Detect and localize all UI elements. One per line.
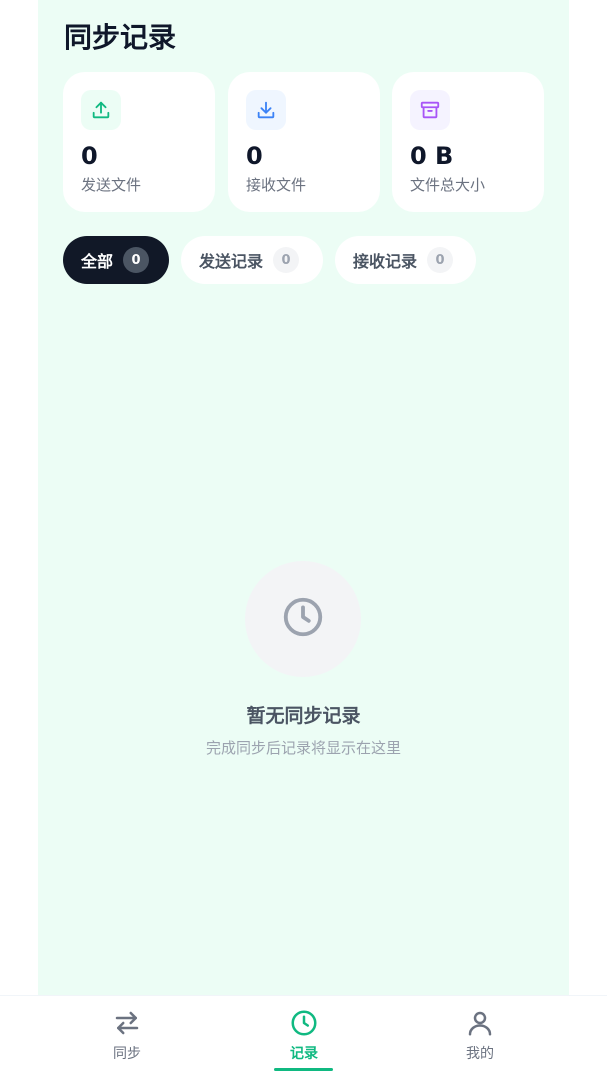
stat-value-received: 0: [246, 142, 263, 170]
stat-card-total-size: 0 B 文件总大小: [392, 72, 544, 212]
filter-chip-label: 全部: [81, 252, 114, 271]
clock-icon: [289, 1008, 319, 1042]
stat-card-sent: 0 发送文件: [63, 72, 215, 212]
clock-icon: [280, 594, 326, 644]
tab-sync[interactable]: 同步: [77, 1008, 177, 1064]
page-title: 同步记录: [64, 21, 177, 54]
upload-icon: [81, 90, 121, 130]
swap-arrows-icon: [112, 1008, 142, 1042]
tab-label: 同步: [113, 1046, 141, 1062]
empty-state-subtitle: 完成同步后记录将显示在这里: [205, 739, 401, 757]
stat-label-total-size: 文件总大小: [410, 176, 486, 194]
download-icon: [246, 90, 286, 130]
filter-chip-label: 发送记录: [199, 252, 264, 271]
empty-state-title: 暂无同步记录: [246, 705, 361, 727]
filter-chip-count: 0: [427, 247, 454, 273]
filter-chip-count: 0: [273, 247, 300, 273]
user-icon: [465, 1008, 495, 1042]
stat-card-received: 0 接收文件: [228, 72, 380, 212]
filter-chip-received[interactable]: 接收记录 0: [335, 236, 476, 284]
filter-chip-sent[interactable]: 发送记录 0: [181, 236, 323, 284]
filter-chip-label: 接收记录: [353, 252, 418, 271]
empty-state-illustration: [245, 561, 361, 677]
active-tab-indicator: [274, 1068, 333, 1071]
archive-icon: [410, 90, 450, 130]
tab-label: 我的: [466, 1046, 494, 1062]
stat-label-received: 接收文件: [246, 176, 307, 194]
stat-value-sent: 0: [81, 142, 98, 170]
filter-chip-all[interactable]: 全部 0: [63, 236, 169, 284]
tab-records[interactable]: 记录: [254, 1008, 354, 1064]
stat-value-total-size: 0 B: [410, 142, 454, 170]
filter-chip-count: 0: [123, 247, 150, 273]
tab-mine[interactable]: 我的: [430, 1008, 530, 1064]
stat-label-sent: 发送文件: [81, 176, 142, 194]
tab-label: 记录: [290, 1046, 318, 1062]
